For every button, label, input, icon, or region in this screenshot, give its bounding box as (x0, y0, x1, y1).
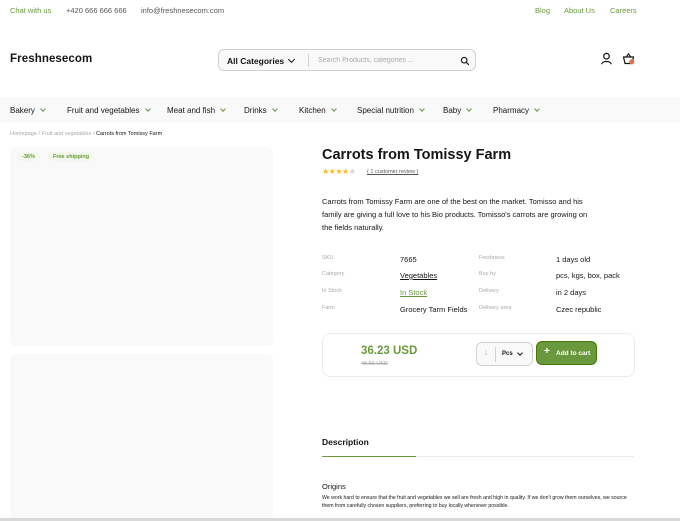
star-empty-icon: ★ (348, 167, 356, 176)
add-to-cart-label: Add to cart (556, 350, 591, 357)
product-image-secondary[interactable] (10, 354, 273, 521)
chevron-down-icon (330, 106, 337, 112)
chevron-down-icon (534, 106, 540, 112)
product-image-main[interactable]: -36% Free shipping (10, 147, 273, 346)
spec-label-freshness: Freshness (479, 255, 505, 261)
plus-icon: + (544, 346, 550, 357)
tab-active-indicator (322, 456, 416, 457)
origins-heading: Origins (322, 482, 346, 491)
nav-item-baby[interactable]: Baby (443, 106, 473, 115)
nav-item-label: Bakery (10, 106, 35, 115)
spec-label-buy-by: Buy by (479, 271, 496, 277)
spec-label-delivery-area: Delivery area (479, 305, 512, 311)
spec-value-freshness: 1 days old (556, 255, 591, 264)
tab-description[interactable]: Description (322, 437, 369, 447)
spec-value-buy-by: pcs, kgs, box, pack (556, 271, 620, 280)
spec-label-sku: SKU (322, 255, 334, 261)
spec-label-farm: Farm (322, 305, 335, 311)
spec-label-delivery: Delivery (479, 288, 499, 294)
quantity-stepper[interactable]: 1 Pcs (476, 342, 533, 366)
nav-item-label: Drinks (244, 106, 267, 115)
site-logo[interactable]: Freshnesecom (10, 53, 92, 65)
category-nav: Bakery Fruit and vegetables Meat and fis… (0, 97, 680, 123)
nav-item-pharmacy[interactable]: Pharmacy (493, 106, 540, 115)
search-bar: All Categories (218, 49, 476, 71)
spec-value-stock[interactable]: In Stock (400, 288, 427, 297)
product-description: Carrots from Tomissy Farm are one of the… (322, 197, 588, 232)
breadcrumb-category[interactable]: Fruit and vegetables / (42, 131, 95, 137)
chevron-down-icon (220, 106, 226, 112)
chevron-down-icon (40, 106, 46, 112)
spec-value-delivery-area: Czec republic (556, 305, 602, 314)
nav-item-special-nutrition[interactable]: Special nutrition (357, 106, 425, 115)
quantity-value[interactable]: 1 (484, 350, 488, 357)
nav-item-drinks[interactable]: Drinks (244, 106, 278, 115)
search-icon[interactable] (460, 56, 470, 66)
nav-item-label: Meat and fish (167, 106, 216, 115)
breadcrumb-homepage[interactable]: Homepage / (10, 131, 40, 137)
about-us-link[interactable]: About Us (564, 6, 595, 15)
search-input[interactable] (318, 54, 448, 67)
chevron-down-icon (466, 106, 473, 112)
nav-item-meat-and-fish[interactable]: Meat and fish (167, 106, 226, 115)
rating-stars: ★★★★★ (322, 167, 356, 176)
quantity-divider (495, 347, 496, 362)
origins-text: We work hard to ensure that the fruit an… (322, 495, 627, 509)
old-price: 48.56 USD (361, 361, 388, 367)
nav-item-label: Special nutrition (357, 106, 414, 115)
blog-link[interactable]: Blog (535, 6, 550, 15)
user-icon[interactable] (600, 52, 613, 65)
site-header: Freshnesecom All Categories (0, 40, 680, 80)
breadcrumb: Homepage / Fruit and vegetables / Carrot… (10, 131, 162, 137)
email-address[interactable]: info@freshnesecom.com (141, 6, 224, 15)
nav-item-label: Fruit and vegetables (67, 106, 140, 115)
chevron-down-icon (271, 106, 278, 112)
spec-label-category: Category (322, 271, 345, 277)
spec-value-sku: 7665 (400, 255, 417, 264)
spec-value-category[interactable]: Vegetables (400, 271, 437, 280)
star-filled-icon: ★★★★ (322, 167, 349, 176)
spec-label-stock: In Stock (322, 288, 342, 294)
category-select[interactable]: All Categories (227, 56, 284, 66)
top-bar: Chat with us +420 666 666 666 info@fresh… (0, 0, 680, 20)
chevron-down-icon (419, 106, 425, 112)
current-price: 36.23 USD (361, 345, 418, 357)
careers-link[interactable]: Careers (610, 6, 637, 15)
chevron-down-icon (144, 106, 151, 112)
nav-item-label: Kitchen (299, 106, 326, 115)
discount-badge: -36% (17, 152, 40, 161)
chat-link[interactable]: Chat with us (10, 6, 51, 15)
nav-item-bakery[interactable]: Bakery (10, 106, 46, 115)
basket-icon[interactable] (622, 52, 635, 65)
chevron-down-icon[interactable] (517, 350, 523, 356)
unit-select[interactable]: Pcs (502, 351, 513, 357)
review-link[interactable]: ( 1 customer review ) (367, 169, 418, 175)
nav-item-fruit-and-vegetables[interactable]: Fruit and vegetables (67, 106, 151, 115)
nav-item-label: Pharmacy (493, 106, 530, 115)
product-title: Carrots from Tomissy Farm (322, 147, 512, 163)
chevron-down-icon[interactable] (287, 55, 296, 64)
nav-item-kitchen[interactable]: Kitchen (299, 106, 337, 115)
add-to-cart-button[interactable]: + Add to cart (536, 341, 597, 365)
spec-value-delivery: in 2 days (556, 288, 587, 297)
free-shipping-badge: Free shipping (48, 152, 95, 161)
phone-number[interactable]: +420 666 666 666 (66, 6, 127, 15)
nav-item-label: Baby (443, 106, 462, 115)
price-box: 36.23 USD 48.56 USD 1 Pcs + Add to cart (322, 333, 635, 377)
search-divider (308, 54, 309, 67)
spec-value-farm: Grocery Tarm Fields (400, 305, 468, 314)
breadcrumb-current: Carrots from Tomissy Farm (95, 131, 163, 137)
